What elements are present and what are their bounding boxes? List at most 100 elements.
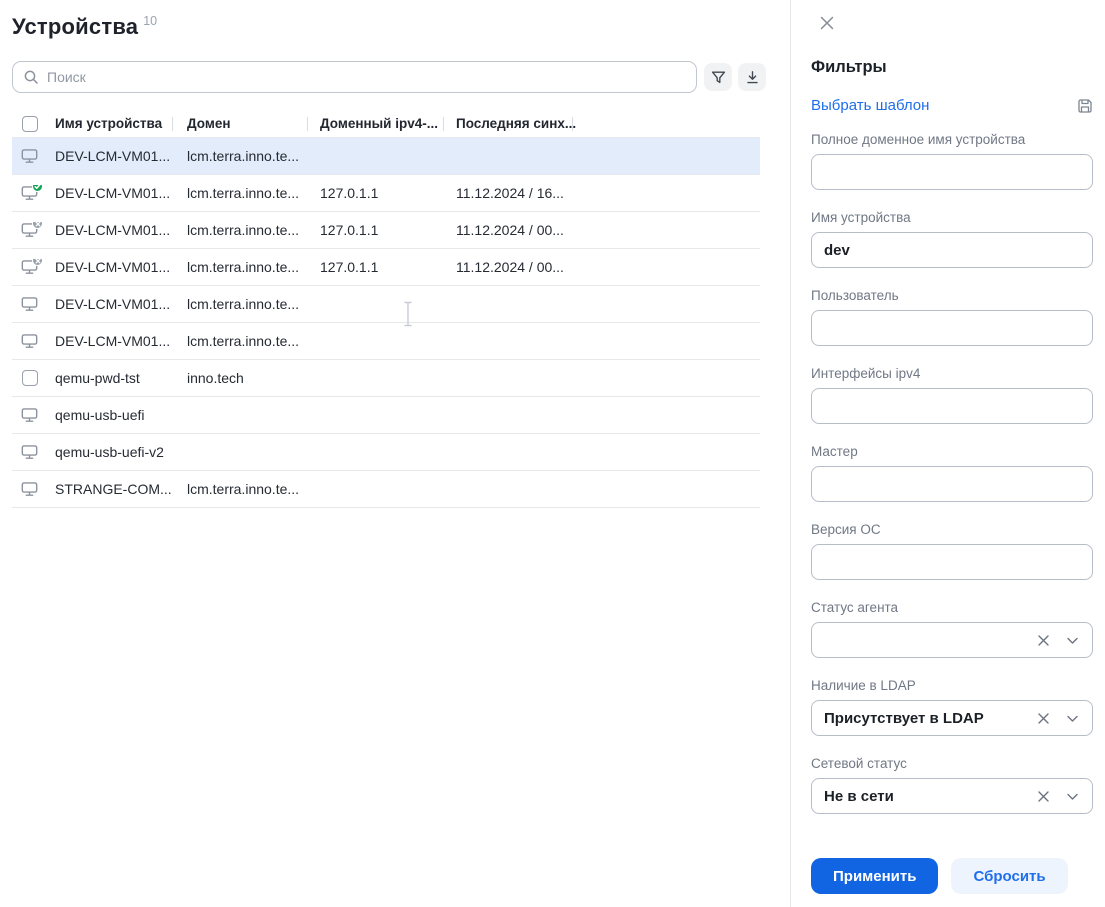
row-checkbox[interactable]	[21, 370, 38, 386]
table-row[interactable]: DEV-LCM-VM01... lcm.terra.inno.te... 127…	[12, 249, 760, 286]
device-domain: lcm.terra.inno.te...	[187, 333, 300, 349]
monitor-online-icon	[21, 185, 43, 201]
filter-label: Сетевой статус	[811, 756, 907, 771]
device-name: DEV-LCM-VM01...	[55, 185, 171, 201]
device-status-cell	[12, 222, 47, 238]
device-domain: inno.tech	[187, 370, 244, 386]
column-header-domain-label: Домен	[187, 116, 231, 131]
device-domain: lcm.terra.inno.te...	[187, 148, 300, 164]
device-domain: lcm.terra.inno.te...	[187, 259, 300, 275]
ldap-select[interactable]: Присутствует в LDAP	[811, 700, 1093, 736]
select-value: Не в сети	[824, 787, 894, 805]
filters-panel: Фильтры Выбрать шаблон Полное доменное и…	[790, 0, 1105, 907]
table-row[interactable]: qemu-pwd-tst inno.tech	[12, 360, 760, 397]
table-header-checkbox-cell	[12, 115, 47, 132]
filter-group-device-name: Имя устройства	[811, 210, 1093, 268]
filter-group-network-status: Сетевой статус Не в сети	[811, 756, 1093, 814]
offline-x-icon	[32, 222, 43, 229]
device-name-field[interactable]	[811, 232, 1093, 268]
chevron-down-icon[interactable]	[1065, 789, 1080, 804]
clear-icon[interactable]	[1036, 633, 1051, 648]
filter-group-fqdn: Полное доменное имя устройства	[811, 132, 1093, 190]
filter-group-ipv4: Интерфейсы ipv4	[811, 366, 1093, 424]
user-field[interactable]	[811, 310, 1093, 346]
close-icon	[818, 14, 836, 32]
column-header-sync[interactable]: Последняя синх...	[443, 116, 577, 131]
clear-icon[interactable]	[1036, 789, 1051, 804]
filter-button[interactable]	[704, 63, 732, 91]
device-status-cell	[12, 444, 47, 460]
device-sync: 11.12.2024 / 00...	[456, 259, 564, 275]
fqdn-field[interactable]	[811, 154, 1093, 190]
table-row[interactable]: DEV-LCM-VM01... lcm.terra.inno.te... 127…	[12, 175, 760, 212]
column-header-ip[interactable]: Доменный ipv4-...	[307, 116, 443, 131]
column-divider	[307, 116, 308, 131]
device-name: DEV-LCM-VM01...	[55, 222, 171, 238]
filters-title: Фильтры	[811, 58, 887, 76]
select-template-link[interactable]: Выбрать шаблон	[811, 97, 929, 114]
column-divider	[443, 116, 444, 131]
close-panel-button[interactable]	[816, 12, 838, 34]
apply-button[interactable]: Применить	[811, 858, 939, 894]
device-status-cell	[12, 185, 47, 201]
network-status-select[interactable]: Не в сети	[811, 778, 1093, 814]
save-template-button[interactable]	[1077, 98, 1093, 114]
export-button[interactable]	[738, 63, 766, 91]
select-value: Присутствует в LDAP	[824, 709, 984, 727]
table-row[interactable]: STRANGE-COM... lcm.terra.inno.te...	[12, 471, 760, 508]
toolbar	[12, 61, 778, 93]
master-field[interactable]	[811, 466, 1093, 502]
table-row[interactable]: DEV-LCM-VM01... lcm.terra.inno.te...	[12, 138, 760, 175]
device-name: DEV-LCM-VM01...	[55, 296, 171, 312]
filter-label: Имя устройства	[811, 210, 911, 225]
column-header-sync-label: Последняя синх...	[456, 116, 577, 131]
table-row[interactable]: DEV-LCM-VM01... lcm.terra.inno.te...	[12, 323, 760, 360]
filter-group-ldap: Наличие в LDAP Присутствует в LDAP	[811, 678, 1093, 736]
monitor-icon	[21, 407, 38, 423]
chevron-down-icon[interactable]	[1065, 633, 1080, 648]
device-status-cell	[12, 259, 47, 275]
filter-label: Версия ОС	[811, 522, 881, 537]
device-status-cell	[12, 370, 47, 386]
clear-icon[interactable]	[1036, 711, 1051, 726]
filter-label: Мастер	[811, 444, 858, 459]
device-count-badge: 10	[143, 14, 158, 28]
devices-table: Имя устройства Домен Доменный ipv4-... П…	[12, 110, 760, 508]
table-row[interactable]: DEV-LCM-VM01... lcm.terra.inno.te...	[12, 286, 760, 323]
filter-label: Наличие в LDAP	[811, 678, 916, 693]
agent-status-select[interactable]	[811, 622, 1093, 658]
device-sync: 11.12.2024 / 16...	[456, 185, 564, 201]
device-ip: 127.0.1.1	[320, 185, 379, 201]
device-name: qemu-usb-uefi	[55, 407, 145, 423]
device-status-cell	[12, 481, 47, 497]
ipv4-field[interactable]	[811, 388, 1093, 424]
device-name: DEV-LCM-VM01...	[55, 148, 171, 164]
column-header-name[interactable]: Имя устройства	[47, 116, 172, 131]
os-version-field[interactable]	[811, 544, 1093, 580]
reset-button[interactable]: Сбросить	[951, 858, 1068, 894]
page-head: Устройства 10	[12, 14, 790, 40]
filter-group-agent-status: Статус агента	[811, 600, 1093, 658]
monitor-icon	[21, 333, 38, 349]
table-row[interactable]: qemu-usb-uefi-v2	[12, 434, 760, 471]
device-name: DEV-LCM-VM01...	[55, 333, 171, 349]
column-divider	[172, 116, 173, 131]
table-row[interactable]: DEV-LCM-VM01... lcm.terra.inno.te... 127…	[12, 212, 760, 249]
floppy-save-icon	[1077, 98, 1093, 114]
column-header-domain[interactable]: Домен	[172, 116, 307, 131]
monitor-icon	[21, 296, 38, 312]
chevron-down-icon[interactable]	[1065, 711, 1080, 726]
monitor-offline-icon	[21, 222, 43, 238]
device-domain: lcm.terra.inno.te...	[187, 222, 300, 238]
filter-group-user: Пользователь	[811, 288, 1093, 346]
table-row[interactable]: qemu-usb-uefi	[12, 397, 760, 434]
offline-x-icon	[32, 259, 43, 266]
device-domain: lcm.terra.inno.te...	[187, 296, 300, 312]
filter-label: Статус агента	[811, 600, 899, 615]
column-divider	[572, 116, 573, 131]
search-input[interactable]	[47, 69, 686, 85]
search-box[interactable]	[12, 61, 697, 93]
select-all-checkbox[interactable]	[21, 115, 38, 132]
online-check-icon	[32, 185, 43, 192]
devices-main: Устройства 10 Поиск Имя устройства Домен…	[0, 0, 790, 907]
